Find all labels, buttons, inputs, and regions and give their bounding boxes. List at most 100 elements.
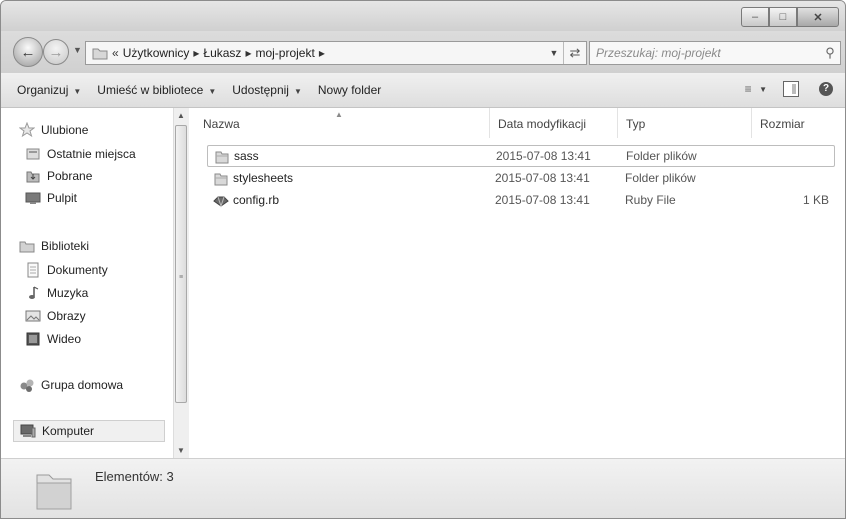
- search-input[interactable]: Przeszukaj: moj-projekt: [596, 46, 820, 60]
- minimize-icon: –: [751, 11, 759, 23]
- forward-button[interactable]: →: [43, 39, 69, 65]
- nav-computer[interactable]: Komputer: [13, 420, 165, 442]
- navigation-pane: Ulubione Ostatnie miejsca Pobrane Pulpit…: [1, 108, 173, 458]
- ruby-file-icon: [213, 189, 229, 211]
- chevron-down-icon[interactable]: ▼: [759, 85, 767, 94]
- scroll-down-icon[interactable]: ▼: [177, 446, 185, 455]
- chevron-down-icon: ▼: [73, 45, 82, 55]
- column-name-label: Nazwa: [203, 117, 240, 131]
- file-type: Ruby File: [625, 193, 676, 207]
- file-row[interactable]: config.rb 2015-07-08 13:41 Ruby File 1 K…: [207, 189, 835, 211]
- maximize-icon: □: [779, 11, 787, 23]
- address-row: ← → ▼ « Użytkownicy ▸ Łukasz ▸ moj-proje…: [1, 31, 845, 73]
- minimize-button[interactable]: –: [741, 7, 769, 27]
- grip-icon: ≡: [179, 274, 184, 281]
- folder-icon: [213, 167, 229, 189]
- desktop-icon: [25, 190, 41, 206]
- close-button[interactable]: ✕: [797, 7, 839, 27]
- nav-pictures[interactable]: Obrazy: [25, 306, 86, 326]
- file-size: 1 KB: [802, 193, 829, 207]
- help-button[interactable]: ?: [819, 82, 833, 96]
- preview-pane-button[interactable]: [783, 81, 799, 97]
- back-button[interactable]: ←: [13, 37, 43, 67]
- address-bar[interactable]: « Użytkownicy ▸ Łukasz ▸ moj-projekt ▸ ▼…: [85, 41, 587, 65]
- address-controls: ▼ ⇄: [545, 42, 586, 64]
- computer-icon: [20, 423, 36, 439]
- file-row[interactable]: stylesheets 2015-07-08 13:41 Folder plik…: [207, 167, 835, 189]
- chevron-down-icon: ▼: [208, 87, 217, 96]
- overflow-chevron[interactable]: «: [112, 46, 119, 60]
- breadcrumb-users[interactable]: Użytkownicy: [123, 46, 190, 60]
- breadcrumb-separator-icon[interactable]: ▸: [245, 46, 251, 60]
- libraries-icon: [19, 238, 35, 254]
- column-type-label: Typ: [626, 117, 646, 131]
- file-type: Folder plików: [625, 171, 696, 185]
- nav-favorites[interactable]: Ulubione: [19, 120, 88, 140]
- nav-homegroup[interactable]: Grupa domowa: [19, 375, 123, 395]
- breadcrumb-separator-icon[interactable]: ▸: [193, 46, 199, 60]
- search-box[interactable]: Przeszukaj: moj-projekt ⚲: [589, 41, 841, 65]
- nav-downloads[interactable]: Pobrane: [25, 166, 92, 186]
- nav-music[interactable]: Muzyka: [25, 283, 88, 303]
- file-name: config.rb: [233, 193, 280, 207]
- breadcrumb-separator-icon[interactable]: ▸: [319, 46, 325, 60]
- address-history-dropdown[interactable]: ▼: [545, 48, 563, 58]
- search-icon[interactable]: ⚲: [820, 45, 840, 61]
- file-name: sass: [234, 149, 259, 163]
- new-folder-button[interactable]: Nowy folder: [318, 83, 381, 97]
- column-modified-label: Data modyfikacji: [498, 117, 587, 131]
- nav-homegroup-label: Grupa domowa: [41, 378, 124, 392]
- organize-label: Organizuj: [17, 83, 69, 97]
- share-menu[interactable]: Udostępnij ▼: [232, 83, 302, 97]
- column-header-modified[interactable]: Data modyfikacji: [489, 108, 617, 138]
- nav-video[interactable]: Wideo: [25, 329, 81, 349]
- share-label: Udostępnij: [232, 83, 289, 97]
- content-area: Ulubione Ostatnie miejsca Pobrane Pulpit…: [1, 108, 845, 458]
- forward-arrow-icon: →: [48, 43, 64, 61]
- nav-pane-scrollbar[interactable]: ▲ ≡ ▼: [173, 108, 189, 458]
- refresh-button[interactable]: ⇄: [563, 42, 586, 64]
- maximize-button[interactable]: □: [769, 7, 797, 27]
- music-icon: [25, 285, 41, 301]
- nav-libraries-label: Biblioteki: [41, 239, 90, 253]
- nav-music-label: Muzyka: [47, 286, 89, 300]
- file-type: Folder plików: [626, 149, 697, 163]
- folder-icon: [92, 48, 108, 59]
- breadcrumb-project[interactable]: moj-projekt: [255, 46, 314, 60]
- back-arrow-icon: ←: [20, 43, 36, 61]
- pictures-icon: [25, 308, 41, 324]
- nav-desktop[interactable]: Pulpit: [25, 188, 77, 208]
- file-modified: 2015-07-08 13:41: [495, 193, 590, 207]
- refresh-icon: ⇄: [569, 45, 581, 60]
- file-name: stylesheets: [233, 171, 294, 185]
- file-row[interactable]: sass 2015-07-08 13:41 Folder plików: [207, 145, 835, 167]
- include-in-library-menu[interactable]: Umieść w bibliotece ▼: [97, 83, 216, 97]
- organize-menu[interactable]: Organizuj ▼: [17, 83, 81, 97]
- title-bar: – □ ✕: [1, 1, 845, 31]
- scroll-up-icon[interactable]: ▲: [177, 111, 185, 120]
- view-list-icon: ≡: [744, 82, 752, 96]
- recent-pages-dropdown[interactable]: ▼: [73, 45, 82, 55]
- explorer-window: – □ ✕ ← → ▼ « Użytkownicy ▸ Łukasz ▸ moj…: [0, 0, 846, 519]
- window-controls: – □ ✕: [741, 7, 839, 27]
- nav-libraries[interactable]: Biblioteki: [19, 236, 89, 256]
- details-pane: Elementów: 3: [1, 458, 845, 518]
- downloads-icon: [25, 168, 41, 184]
- new-folder-label: Nowy folder: [317, 83, 382, 97]
- folder-icon: [214, 145, 230, 167]
- nav-pictures-label: Obrazy: [47, 309, 86, 323]
- command-bar: Organizuj ▼ Umieść w bibliotece ▼ Udostępn…: [1, 73, 845, 108]
- column-size-label: Rozmiar: [760, 117, 805, 131]
- change-view-button[interactable]: ≡: [737, 82, 759, 96]
- column-header-type[interactable]: Typ: [617, 108, 751, 138]
- view-controls: ≡ ▼ ?: [737, 81, 833, 97]
- column-headers: Nazwa ▲ Data modyfikacji Typ Rozmiar: [191, 108, 845, 138]
- nav-documents[interactable]: Dokumenty: [25, 260, 108, 280]
- breadcrumb-user[interactable]: Łukasz: [203, 46, 241, 60]
- scrollbar-thumb[interactable]: ≡: [175, 125, 187, 403]
- video-icon: [25, 331, 41, 347]
- nav-desktop-label: Pulpit: [47, 191, 78, 205]
- nav-recent-places[interactable]: Ostatnie miejsca: [25, 144, 136, 164]
- column-header-size[interactable]: Rozmiar: [751, 108, 845, 138]
- sort-ascending-icon: ▲: [335, 110, 343, 119]
